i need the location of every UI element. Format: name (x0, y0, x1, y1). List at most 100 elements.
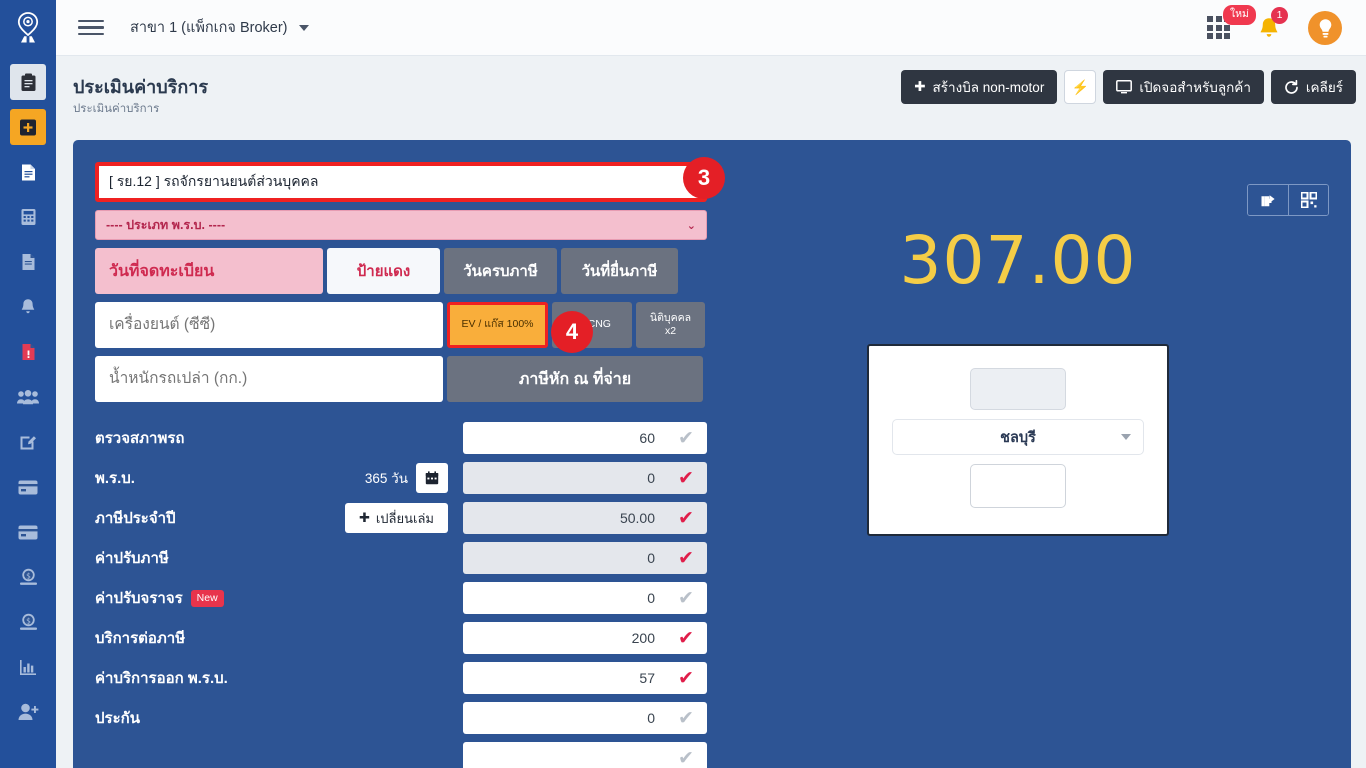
chevron-down-icon: ⌄ (686, 219, 696, 232)
page-title: ประเมินค่าบริการ (73, 77, 208, 97)
fee-label: ภาษีประจำปี (95, 510, 176, 527)
prb-calendar-button[interactable] (416, 463, 448, 493)
users-group-icon (17, 389, 39, 404)
avatar[interactable] (1308, 10, 1342, 45)
fee-row-insurance: ประกัน ✔ (95, 698, 707, 738)
fee-value-input[interactable] (463, 422, 665, 454)
notifications-button[interactable]: 1 (1258, 6, 1288, 40)
sidebar-item-expense[interactable]: $ (10, 604, 46, 640)
prb-type-select[interactable]: ---- ประเภท พ.ร.บ. ---- ⌄ (95, 210, 707, 240)
withholding-tax-button[interactable]: ภาษีหัก ณ ที่จ่าย (447, 356, 703, 402)
clear-button[interactable]: เคลียร์ (1270, 70, 1356, 104)
change-book-button[interactable]: ✚ เปลี่ยนเล่ม (344, 503, 448, 533)
fee-row-tax-service: บริการต่อภาษี ✔ (95, 618, 707, 658)
quick-action-button[interactable]: ⚡ (1064, 70, 1097, 104)
fee-label: ประกัน (95, 710, 140, 727)
fee-confirm-toggle[interactable]: ✔ (665, 462, 707, 494)
fee-confirm-toggle[interactable]: ✔ (665, 582, 707, 614)
lightning-icon: ⚡ (1071, 78, 1090, 95)
fee-confirm-toggle[interactable]: ✔ (665, 502, 707, 534)
fuel-type-group: EV / แก๊ส 100% d / CNG นิติบุคคล x2 4 (447, 302, 705, 353)
fee-value-input[interactable] (463, 662, 665, 694)
svg-text:$: $ (26, 616, 31, 625)
sidebar-item-add-user[interactable] (10, 694, 46, 730)
fee-label: ค่าปรับจราจร New (95, 586, 224, 610)
user-plus-icon (18, 703, 38, 720)
branch-label: สาขา 1 (แพ็กเกจ Broker) (130, 20, 288, 36)
fee-confirm-toggle[interactable]: ✔ (665, 702, 707, 734)
fee-list: ตรวจสภาพรถ ✔ พ.ร.บ. 365 วัน (95, 418, 707, 768)
apps-grid-button[interactable]: ใหม่ (1207, 5, 1256, 39)
fee-value-group: ✔ (463, 502, 707, 534)
vehicle-type-input[interactable] (99, 166, 703, 198)
bar-chart-icon (20, 659, 36, 675)
credit-card-icon (18, 480, 38, 494)
fee-value-group: ✔ (463, 622, 707, 654)
sidebar-item-income[interactable]: $ (10, 559, 46, 595)
svg-text:$: $ (26, 571, 31, 580)
monitor-icon (1116, 80, 1133, 94)
sidebar-item-add[interactable] (10, 109, 46, 145)
tab-tax-filing-date[interactable]: วันที่ยื่นภาษี (561, 248, 678, 294)
apps-new-badge: ใหม่ (1223, 5, 1256, 25)
tab-tax-due-date[interactable]: วันครบภาษี (444, 248, 557, 294)
ev-gas-100-button[interactable]: EV / แก๊ส 100% (447, 302, 548, 348)
juristic-person-button[interactable]: นิติบุคคล x2 (636, 302, 705, 348)
plate-number-bottom-input[interactable] (970, 464, 1066, 508)
fee-confirm-toggle[interactable]: ✔ (665, 542, 707, 574)
vehicle-weight-input[interactable] (95, 356, 443, 402)
fee-value-input[interactable] (463, 702, 665, 734)
assessment-panel: 3 ---- ประเภท พ.ร.บ. ---- ⌄ วันที่จดทะเบ… (73, 140, 1351, 768)
app-logo[interactable] (0, 0, 56, 56)
tab-registration-date[interactable]: วันที่จดทะเบียน (95, 248, 323, 294)
fee-confirm-toggle[interactable]: ✔ (665, 622, 707, 654)
total-amount: 307.00 (899, 222, 1137, 299)
step-badge-3: 3 (683, 157, 725, 199)
sidebar-item-alerts[interactable] (10, 289, 46, 325)
sidebar-item-document[interactable] (10, 154, 46, 190)
fee-value-input[interactable] (463, 462, 665, 494)
fee-value-input[interactable] (463, 582, 665, 614)
plus-icon: ✚ (358, 510, 370, 525)
app-root: $ $ สาขา 1 (แพ็กเกจ Broker) ใหม่ 1 ประเม… (0, 0, 1366, 768)
sidebar-item-calculator[interactable] (10, 199, 46, 235)
weight-row: ภาษีหัก ณ ที่จ่าย (95, 356, 707, 402)
pencil-square-icon (20, 436, 36, 450)
qr-code-button[interactable] (1288, 185, 1328, 215)
plate-province-select[interactable]: ชลบุรี (892, 419, 1144, 455)
fee-value-group: ✔ (463, 422, 707, 454)
customer-screen-label: เปิดจอสำหรับลูกค้า (1139, 80, 1251, 95)
sidebar-item-card-2[interactable] (10, 514, 46, 550)
plus-icon: ✚ (914, 79, 926, 94)
step-badge-4: 4 (551, 311, 593, 353)
sidebar-item-file[interactable] (10, 244, 46, 280)
hamburger-icon[interactable] (78, 16, 104, 40)
fee-value-input[interactable] (463, 742, 665, 768)
fee-confirm-toggle[interactable]: ✔ (665, 662, 707, 694)
tab-red-plate[interactable]: ป้ายแดง (327, 248, 440, 294)
sidebar-item-reports[interactable] (10, 649, 46, 685)
share-export-button[interactable] (1248, 185, 1288, 215)
sidebar-item-card-1[interactable] (10, 469, 46, 505)
fee-value-group: ✔ (463, 542, 707, 574)
sidebar-item-customers[interactable] (10, 379, 46, 415)
coin-dollar-icon: $ (19, 568, 37, 585)
create-non-motor-bill-button[interactable]: ✚ สร้างบิล non-motor (901, 70, 1058, 104)
engine-cc-input[interactable] (95, 302, 443, 348)
sidebar-item-red-file[interactable] (10, 334, 46, 370)
fee-value-input[interactable] (463, 622, 665, 654)
create-bill-label: สร้างบิล non-motor (932, 80, 1045, 95)
plate-number-top-input[interactable] (970, 368, 1066, 410)
fee-value-input[interactable] (463, 542, 665, 574)
branch-selector[interactable]: สาขา 1 (แพ็กเกจ Broker) (130, 16, 310, 39)
sidebar-item-edit[interactable] (10, 424, 46, 460)
fee-confirm-toggle[interactable]: ✔ (665, 742, 707, 768)
fee-confirm-toggle[interactable]: ✔ (665, 422, 707, 454)
fee-row-tax-penalty: ค่าปรับภาษี ✔ (95, 538, 707, 578)
open-customer-screen-button[interactable]: เปิดจอสำหรับลูกค้า (1103, 70, 1264, 104)
file-alert-icon (22, 344, 34, 360)
fee-value-input[interactable] (463, 502, 665, 534)
sidebar-item-clipboard[interactable] (10, 64, 46, 100)
fee-label: ค่าบริการออก พ.ร.บ. (95, 670, 228, 687)
lightbulb-avatar-icon (1319, 18, 1331, 37)
